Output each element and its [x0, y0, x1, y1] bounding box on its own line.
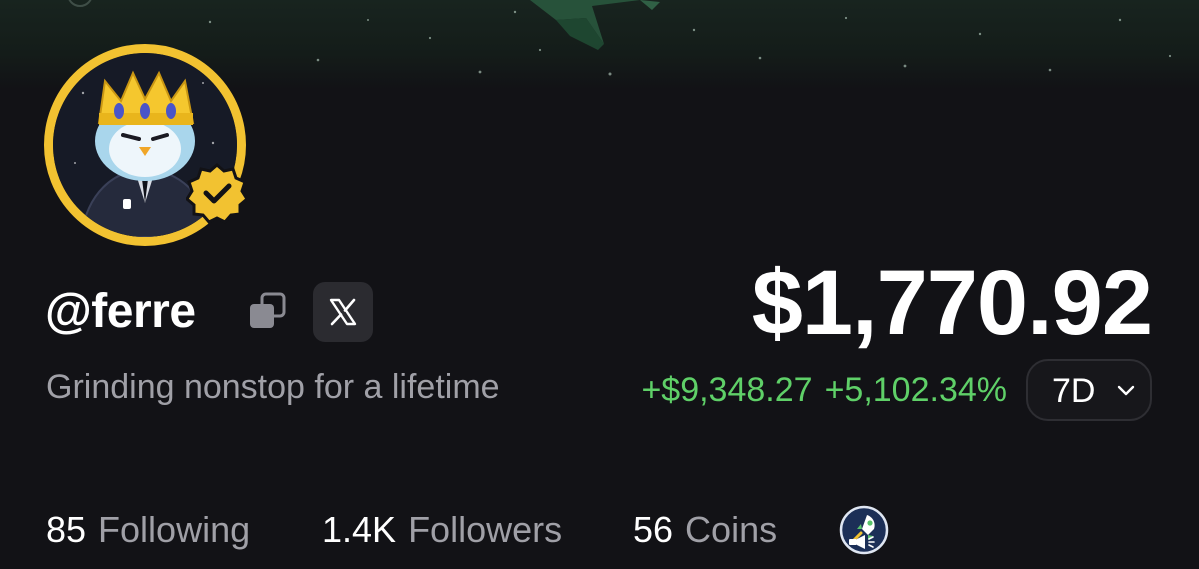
x-logo-icon	[329, 298, 357, 326]
rocket-launch-badge-icon	[839, 505, 889, 555]
copy-handle-button[interactable]	[246, 292, 290, 332]
followers-stat[interactable]: 1.4K Followers	[322, 502, 562, 558]
x-profile-button[interactable]	[313, 282, 373, 342]
verified-check-icon	[186, 163, 248, 224]
achievement-badge[interactable]	[839, 505, 889, 555]
followers-label: Followers	[408, 509, 563, 550]
copy-icon	[250, 292, 286, 328]
profile-bio: Grinding nonstop for a lifetime	[46, 368, 500, 406]
change-amount: +$9,348.27	[641, 371, 813, 409]
coins-count: 56	[633, 509, 674, 550]
profile-handle: @ferre	[45, 285, 196, 338]
following-label: Following	[98, 509, 251, 550]
portfolio-balance: $1,770.92	[751, 252, 1153, 354]
chevron-down-icon	[1117, 385, 1135, 396]
profile-page: @ferre Grinding nonstop for a lifetime $…	[0, 0, 1199, 569]
period-label: 7D	[1052, 372, 1096, 410]
coins-stat[interactable]: 56 Coins	[633, 502, 777, 558]
coins-label: Coins	[685, 509, 778, 550]
portfolio-change: +$9,348.27 +5,102.34%	[641, 365, 1007, 415]
followers-count: 1.4K	[322, 509, 397, 550]
period-dropdown[interactable]: 7D	[1026, 359, 1152, 421]
change-percent: +5,102.34%	[824, 371, 1007, 409]
following-stat[interactable]: 85 Following	[46, 502, 250, 558]
following-count: 85	[46, 509, 87, 550]
